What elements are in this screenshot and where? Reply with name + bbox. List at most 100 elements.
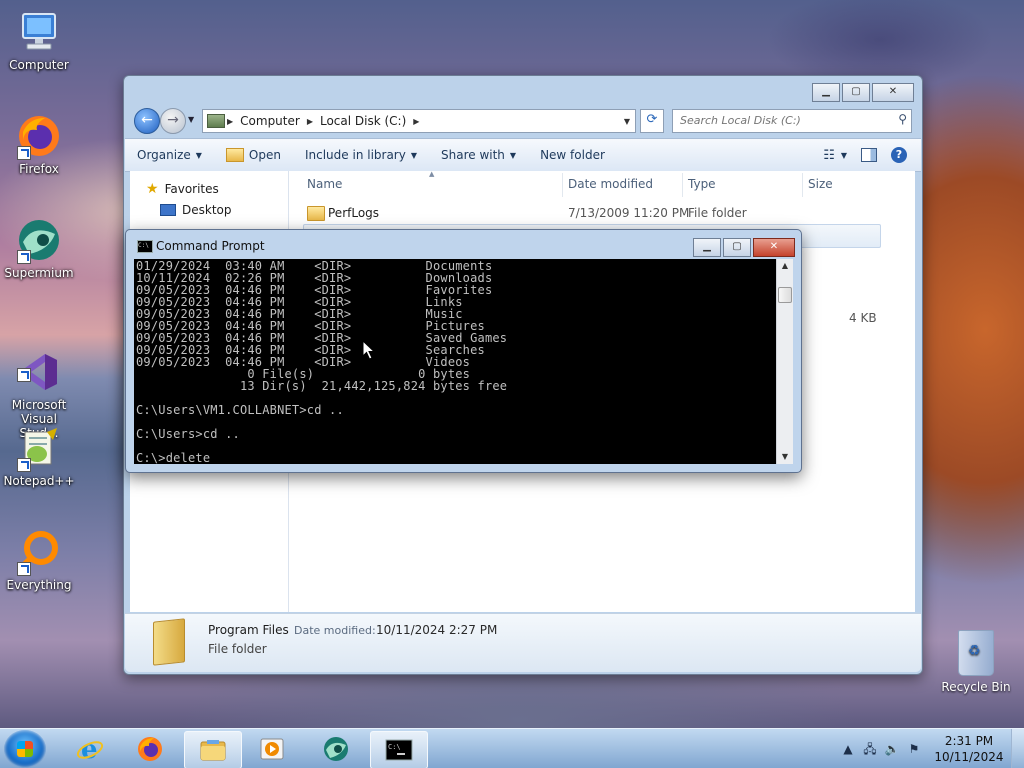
star-icon: ★ [146,181,159,197]
console-output[interactable]: 01/29/2024 03:40 AM <DIR> Documents 10/11… [134,259,776,464]
nav-item-label: Favorites [164,182,219,196]
shortcut-arrow-icon [17,458,31,472]
breadcrumb-computer[interactable]: Computer [235,114,305,128]
recycle-bin-icon [958,630,994,676]
breadcrumb-chevron-icon[interactable]: ▶ [225,117,235,126]
command-prompt-window[interactable]: C:\ Command Prompt ▁ ▢ ✕ 01/29/2024 03:4… [125,229,802,473]
details-date-label: Date modified: [294,624,376,637]
column-header-size[interactable]: Size [808,177,833,191]
desktop-icon-notepadpp[interactable]: Notepad++ [1,424,77,488]
cmd-titlebar[interactable]: C:\ Command Prompt ▁ ▢ ✕ [126,230,801,258]
address-dropdown-icon[interactable]: ▼ [619,117,635,126]
search-box[interactable]: ⚲ [672,109,912,133]
breadcrumb-chevron-icon[interactable]: ▶ [305,117,315,126]
action-center-flag-icon[interactable]: ⚑ [906,741,922,757]
shortcut-arrow-icon [17,368,31,382]
organize-label: Organize [137,148,191,162]
everything-icon [15,528,63,576]
desktop-icon-firefox[interactable]: Firefox [1,112,77,176]
nav-item-label: Desktop [182,203,232,217]
refresh-button[interactable]: ⟳ [640,109,664,133]
column-header-name[interactable]: Name [307,177,342,191]
organize-button[interactable]: Organize ▼ [125,148,214,162]
chevron-down-icon: ▼ [195,150,202,160]
maximize-button[interactable]: ▢ [842,83,870,102]
chevron-down-icon: ▼ [410,150,417,160]
taskbar-app-command-prompt[interactable]: C:\ [370,731,428,768]
notepadpp-icon [15,424,63,472]
show-desktop-button[interactable] [1011,729,1024,768]
recent-pages-dropdown[interactable]: ▼ [188,115,194,124]
start-button[interactable] [4,730,46,768]
clock[interactable]: 2:31 PM 10/11/2024 [931,733,1007,765]
shortcut-arrow-icon [17,146,31,160]
desktop-icon-everything[interactable]: Everything [1,528,77,592]
column-divider[interactable] [802,173,803,197]
preview-pane-icon[interactable] [861,148,877,162]
console-input-line[interactable]: C:\>delete [136,452,776,464]
console-line: C:\Users>cd .. [136,427,240,441]
share-with-button[interactable]: Share with ▼ [429,148,528,162]
volume-muted-icon[interactable]: 🔈 [884,741,900,757]
file-row[interactable]: PerfLogs 7/13/2009 11:20 PM File folder [303,202,879,224]
chevron-down-icon[interactable]: ▼ [841,151,847,160]
explorer-titlebar[interactable]: ▁ ▢ ✕ [124,76,922,106]
file-size: 4 KB [849,311,877,325]
breadcrumb-local-disk[interactable]: Local Disk (C:) [315,114,411,128]
console-line: 13 Dir(s) 21,442,125,824 bytes free [136,379,508,393]
close-button[interactable]: ✕ [872,83,914,102]
nav-item-favorites[interactable]: ★ Favorites [146,181,219,197]
close-button[interactable]: ✕ [753,238,795,257]
details-pane: Program Files Date modified: 10/11/2024 … [125,613,921,672]
network-icon[interactable]: 🖧 [862,741,878,757]
scroll-up-icon[interactable]: ▲ [777,259,793,273]
open-button[interactable]: Open [214,148,293,162]
desktop-icon-recycle-bin[interactable]: Recycle Bin [938,630,1014,694]
sort-arrow-icon: ▲ [429,170,435,178]
column-divider[interactable] [562,173,563,197]
back-button[interactable]: ← [134,108,160,134]
scroll-thumb[interactable] [778,287,792,303]
minimize-button[interactable]: ▁ [812,83,840,102]
taskbar-app-firefox[interactable] [122,731,178,767]
help-icon[interactable]: ? [891,147,907,163]
address-bar[interactable]: ▶ Computer ▶ Local Disk (C:) ▶ ▼ [202,109,636,133]
new-folder-label: New folder [540,148,605,162]
minimize-button[interactable]: ▁ [693,238,721,257]
folder-icon [200,740,226,761]
mouse-cursor-icon [362,340,376,360]
firefox-icon [138,737,162,761]
chevron-down-icon: ▼ [509,150,517,160]
taskbar-app-explorer[interactable] [184,731,242,768]
forward-button[interactable]: → [160,108,186,134]
command-bar: Organize ▼ Open Include in library ▼ Sha… [125,138,921,172]
new-folder-button[interactable]: New folder [528,148,617,162]
folder-icon [307,206,325,221]
desktop-icon-label: Recycle Bin [941,680,1011,694]
taskbar-app-internet-explorer[interactable]: e [62,731,118,767]
file-date: 7/13/2009 11:20 PM [568,206,690,220]
details-name: Program Files [208,623,289,637]
desktop-icon-computer[interactable]: Computer [1,8,77,72]
view-options-icon[interactable]: ☷ [823,148,835,163]
cmd-scrollbar[interactable]: ▲ ▼ [776,259,793,464]
show-hidden-icons-icon[interactable]: ▲ [840,741,856,757]
column-divider[interactable] [682,173,683,197]
desktop-icon-supermium[interactable]: Supermium [1,216,77,280]
include-in-library-button[interactable]: Include in library ▼ [293,148,429,162]
column-header-date-modified[interactable]: Date modified [568,177,653,191]
details-type: File folder [208,642,267,656]
nav-item-desktop[interactable]: Desktop [160,203,232,217]
taskbar-app-supermium[interactable] [308,731,364,767]
column-header-type[interactable]: Type [688,177,716,191]
cmd-icon: C:\ [137,240,153,253]
media-player-icon [260,738,284,760]
command-prompt-icon: C:\ [385,739,413,761]
maximize-button[interactable]: ▢ [723,238,751,257]
console-text: 01/29/2024 03:40 AM <DIR> Documents 10/11… [134,259,776,464]
breadcrumb-chevron-icon[interactable]: ▶ [411,117,421,126]
taskbar-app-media-player[interactable] [244,731,300,767]
search-icon[interactable]: ⚲ [898,112,907,126]
scroll-down-icon[interactable]: ▼ [777,450,793,464]
search-input[interactable] [673,110,880,130]
